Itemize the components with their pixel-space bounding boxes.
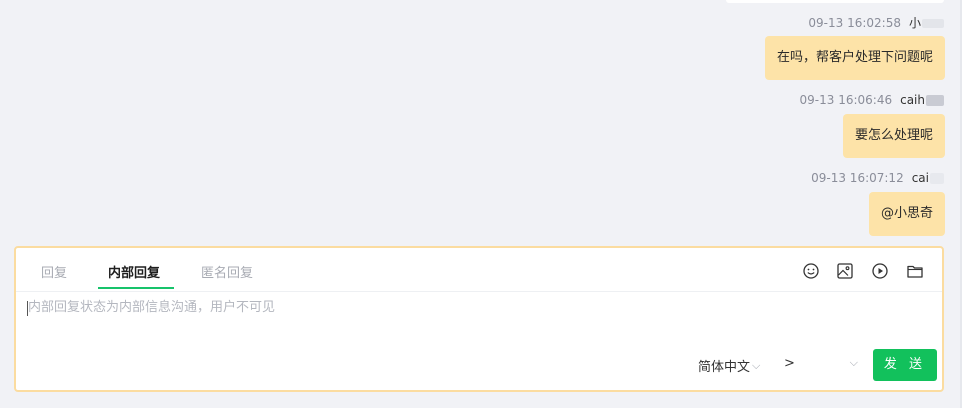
sender-name: cai [912, 171, 944, 185]
message-bubble: 在吗，帮客户处理下问题呢 [764, 36, 945, 80]
reply-input[interactable]: 内部回复状态为内部信息沟通，用户不可见 [27, 298, 928, 320]
target-language-select[interactable]: > ⌵ [784, 356, 858, 371]
message-time: 09-13 16:06:46 [799, 93, 893, 107]
video-icon[interactable] [871, 262, 889, 280]
message-meta: 09-13 16:06:46 caih [800, 93, 944, 107]
message-time: 09-13 16:07:12 [811, 171, 904, 185]
message-time: 09-13 16:02:58 [808, 15, 901, 30]
sender-name: 小 [909, 14, 944, 31]
reply-tabs: 回复 内部回复 匿名回复 [16, 248, 942, 292]
previous-message-edge [726, 0, 944, 3]
message-bubble: @小思奇 [868, 192, 945, 236]
sender-name: caih [900, 93, 944, 107]
chevron-down-icon: ⌵ [752, 358, 761, 372]
language-value: 简体中文 [698, 360, 751, 375]
text-caret [27, 301, 28, 316]
tab-reply[interactable]: 回复 [41, 262, 67, 281]
language-select[interactable]: 简体中文 ⌵ [698, 356, 761, 376]
target-language-value: > [784, 356, 795, 371]
send-button[interactable]: 发 送 [873, 349, 937, 381]
folder-icon[interactable] [906, 262, 924, 280]
tab-internal-reply[interactable]: 内部回复 [108, 262, 160, 281]
image-icon[interactable] [836, 262, 854, 280]
message-meta: 09-13 16:07:12 cai [811, 171, 944, 185]
message-bubble: 要怎么处理呢 [842, 114, 945, 158]
emoji-icon[interactable] [802, 262, 820, 280]
tab-anonymous-reply[interactable]: 匿名回复 [201, 262, 253, 281]
message-meta: 09-13 16:02:58 小 [808, 14, 944, 31]
reply-composer: 回复 内部回复 匿名回复 内部回复状态为内部信息沟通，用户不可见 简体中文 ⌵ … [14, 246, 944, 392]
active-tab-indicator [98, 287, 174, 289]
reply-placeholder: 内部回复状态为内部信息沟通，用户不可见 [28, 300, 276, 315]
chevron-down-icon: ⌵ [849, 356, 858, 369]
